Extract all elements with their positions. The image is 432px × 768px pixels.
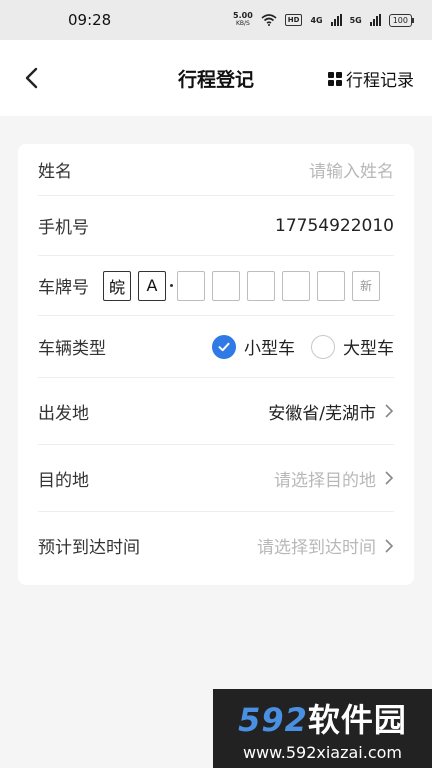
- chevron-right-icon: [385, 538, 394, 553]
- watermark-brand-text: 软件园: [307, 701, 407, 739]
- watermark-brand-number: 592: [238, 701, 308, 739]
- wifi-icon: [261, 14, 277, 26]
- departure-label: 出发地: [38, 403, 89, 424]
- plate-new-energy-box[interactable]: 新: [352, 270, 380, 301]
- network-speed-value: 5.00: [233, 11, 253, 20]
- plate-char-box-7[interactable]: [317, 270, 345, 301]
- plate-input-group: 皖 A 新: [103, 270, 380, 301]
- phone-row: 手机号 17754922010: [38, 196, 394, 256]
- vehicle-small-label: 小型车: [244, 339, 295, 359]
- status-icons: 5.00 KB/S HD 4G 5G 100: [233, 12, 415, 28]
- phone-value[interactable]: 17754922010: [275, 216, 394, 236]
- departure-value: 安徽省/芜湖市: [268, 403, 376, 424]
- network-speed: 5.00 KB/S: [233, 12, 253, 28]
- vehicle-type-radio-group: 小型车 大型车: [212, 334, 394, 359]
- battery-icon: 100: [388, 13, 415, 27]
- arrival-time-row[interactable]: 预计到达时间 请选择到达时间: [38, 512, 394, 579]
- plate-char-box-4[interactable]: [212, 270, 240, 301]
- plate-char-box-6[interactable]: [282, 270, 310, 301]
- vehicle-type-row: 车辆类型 小型车 大型车: [38, 316, 394, 378]
- check-circle-icon: [212, 334, 236, 359]
- plate-char-box-5[interactable]: [247, 270, 275, 301]
- plate-row: 车牌号 皖 A 新: [38, 256, 394, 316]
- status-time: 09:28: [68, 11, 112, 29]
- chevron-right-icon: [385, 404, 394, 418]
- name-label: 姓名: [38, 162, 72, 182]
- trip-form-card: 姓名 请输入姓名 手机号 17754922010 车牌号 皖 A 新 车辆类型: [18, 144, 414, 585]
- plate-label: 车牌号: [38, 278, 89, 298]
- status-bar: 09:28 5.00 KB/S HD 4G 5G 100: [0, 0, 432, 40]
- vehicle-large-label: 大型车: [343, 339, 394, 359]
- watermark-url: www.592xiazai.com: [242, 743, 403, 762]
- watermark-logo: 592软件园 www.592xiazai.com: [213, 689, 432, 768]
- name-row[interactable]: 姓名 请输入姓名: [38, 144, 394, 196]
- arrival-time-placeholder: 请选择到达时间: [257, 538, 376, 558]
- chevron-right-icon: [385, 471, 394, 485]
- plate-letter-box[interactable]: A: [138, 270, 166, 301]
- grid-icon: [328, 71, 342, 86]
- vehicle-type-label: 车辆类型: [38, 339, 106, 359]
- network-5g-label: 5G: [349, 15, 362, 25]
- signal-icon-2: [369, 14, 381, 26]
- plate-char-box-3[interactable]: [177, 270, 205, 301]
- arrival-time-label: 预计到达时间: [38, 538, 140, 558]
- destination-placeholder: 请选择目的地: [274, 470, 376, 491]
- destination-selector[interactable]: 请选择目的地: [274, 466, 394, 491]
- navigation-bar: 行程登记 行程记录: [0, 40, 432, 116]
- watermark-brand: 592软件园: [238, 695, 407, 741]
- trip-records-label: 行程记录: [346, 71, 414, 91]
- empty-circle-icon: [311, 334, 335, 359]
- network-4g-label: 4G: [310, 15, 323, 25]
- hd-badge: HD: [284, 14, 303, 26]
- departure-row[interactable]: 出发地 安徽省/芜湖市: [38, 378, 394, 445]
- trip-records-button[interactable]: 行程记录: [328, 66, 414, 91]
- destination-row[interactable]: 目的地 请选择目的地: [38, 445, 394, 512]
- vehicle-large-radio[interactable]: 大型车: [311, 334, 394, 359]
- signal-icon-1: [330, 14, 342, 26]
- destination-label: 目的地: [38, 470, 89, 491]
- page-title: 行程登记: [177, 68, 254, 91]
- back-arrow-icon[interactable]: [18, 64, 46, 92]
- plate-province-box[interactable]: 皖: [103, 270, 131, 301]
- phone-label: 手机号: [38, 218, 89, 238]
- vehicle-small-radio[interactable]: 小型车: [212, 334, 295, 359]
- name-input[interactable]: 请输入姓名: [309, 157, 394, 182]
- departure-selector[interactable]: 安徽省/芜湖市: [268, 399, 394, 424]
- plate-separator-dot: [170, 284, 173, 287]
- arrival-time-selector[interactable]: 请选择到达时间: [257, 533, 394, 558]
- network-speed-unit: KB/S: [235, 20, 250, 27]
